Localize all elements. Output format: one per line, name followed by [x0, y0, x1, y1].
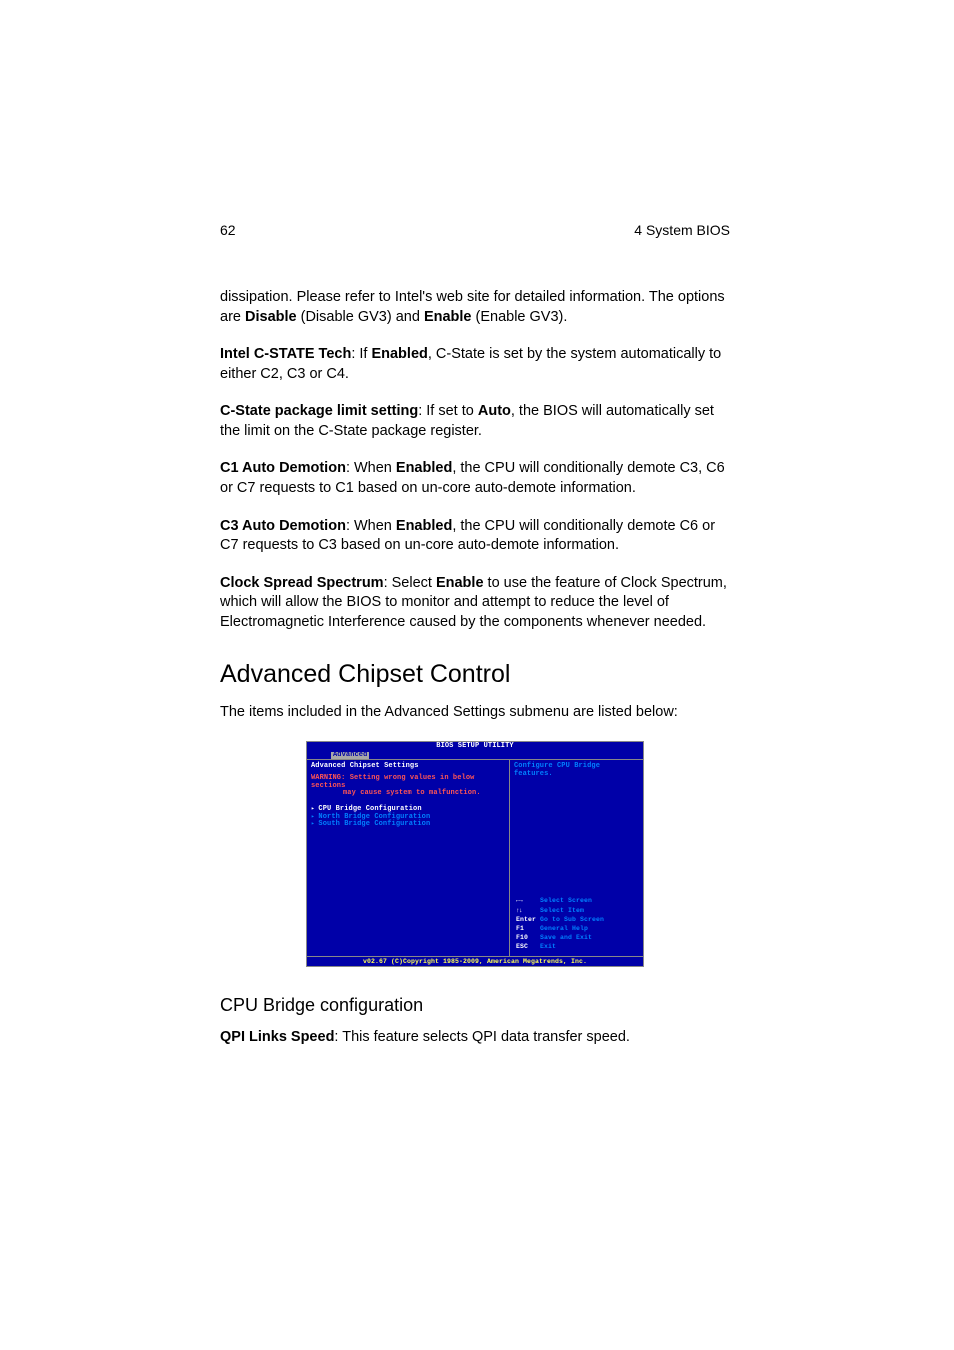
para-submenu-intro: The items included in the Advanced Setti… — [220, 703, 730, 723]
bios-warning-line2: may cause system to malfunction. — [311, 790, 505, 798]
section-title: 4 System BIOS — [634, 222, 730, 238]
para-qpi-links: QPI Links Speed: This feature selects QP… — [220, 1028, 730, 1048]
bios-help-line2: features. — [514, 771, 639, 779]
para-c3-demotion: C3 Auto Demotion: When Enabled, the CPU … — [220, 517, 730, 556]
heading-cpu-bridge: CPU Bridge configuration — [220, 995, 730, 1016]
bios-title: BIOS SETUP UTILITY — [436, 742, 513, 750]
para-dissipation: dissipation. Please refer to Intel's web… — [220, 288, 730, 327]
bios-panel-title: Advanced Chipset Settings — [311, 763, 505, 771]
bios-tab-advanced[interactable]: Advanced — [331, 752, 369, 760]
bios-screenshot: BIOS SETUP UTILITY Advanced Advanced Chi… — [306, 741, 644, 968]
bios-key-hints: ←→Select Screen ↑↓Select Item EnterGo to… — [514, 895, 608, 952]
bios-footer: v02.67 (C)Copyright 1985-2009, American … — [306, 957, 644, 967]
page-number: 62 — [220, 222, 236, 238]
bios-warning-line1: WARNING: Setting wrong values in below s… — [311, 775, 505, 790]
para-c1-demotion: C1 Auto Demotion: When Enabled, the CPU … — [220, 459, 730, 498]
para-cstate-tech: Intel C-STATE Tech: If Enabled, C-State … — [220, 345, 730, 384]
bios-menu-south-bridge[interactable]: South Bridge Configuration — [311, 821, 505, 829]
para-cstate-limit: C-State package limit setting: If set to… — [220, 402, 730, 441]
para-clock-spread: Clock Spread Spectrum: Select Enable to … — [220, 574, 730, 633]
heading-advanced-chipset: Advanced Chipset Control — [220, 660, 730, 689]
